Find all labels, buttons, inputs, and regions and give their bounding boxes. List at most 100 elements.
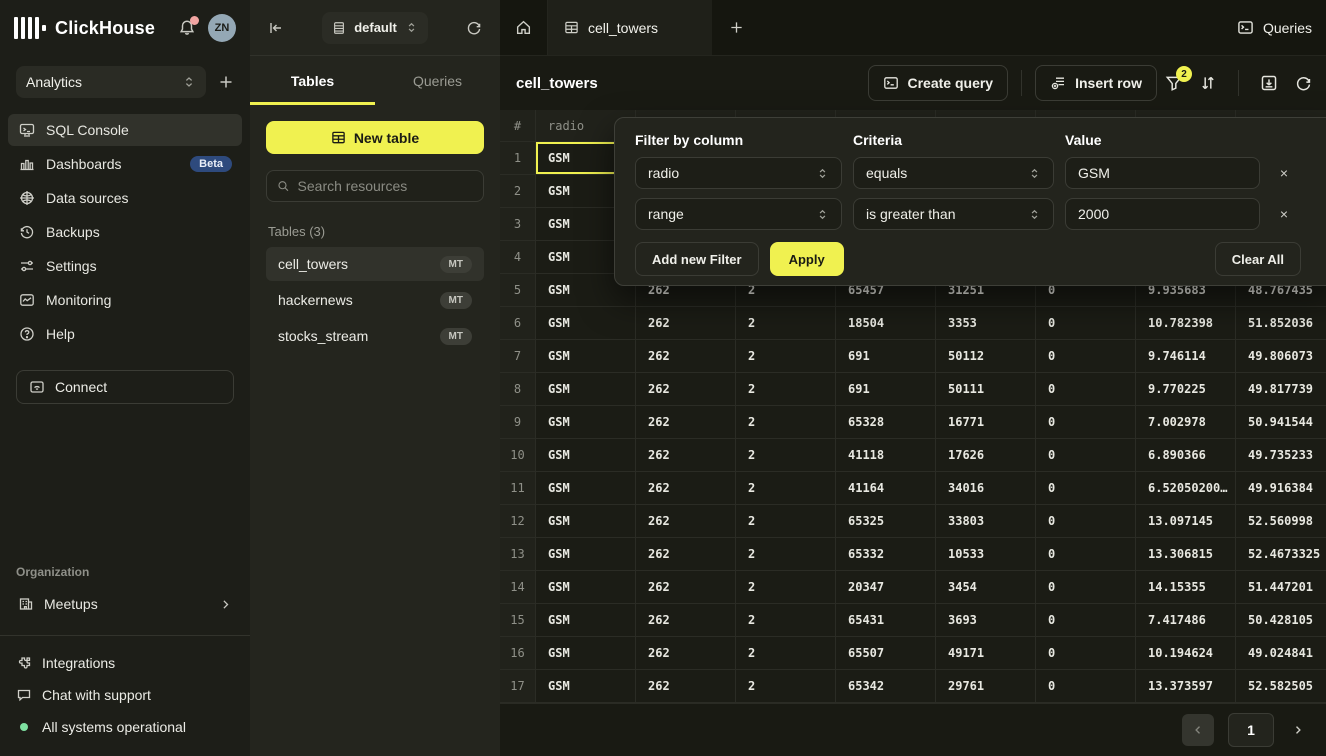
table-cell[interactable]: 2 [736, 472, 836, 504]
document-tab-cell-towers[interactable]: cell_towers [548, 0, 712, 55]
sidebar-item-help[interactable]: Help [8, 318, 242, 350]
table-cell[interactable]: 49171 [936, 637, 1036, 669]
table-cell[interactable]: GSM [536, 406, 636, 438]
table-cell[interactable]: 50111 [936, 373, 1036, 405]
table-cell[interactable]: 262 [636, 670, 736, 702]
table-cell[interactable]: 3353 [936, 307, 1036, 339]
table-cell[interactable]: 65342 [836, 670, 936, 702]
table-cell[interactable]: GSM [536, 340, 636, 372]
tab-queries[interactable]: Queries [375, 56, 500, 105]
table-cell[interactable]: 29761 [936, 670, 1036, 702]
table-cell[interactable]: 262 [636, 340, 736, 372]
table-cell[interactable]: 0 [1036, 571, 1136, 603]
table-cell[interactable]: 0 [1036, 538, 1136, 570]
table-cell[interactable]: GSM [536, 472, 636, 504]
table-cell[interactable]: 262 [636, 406, 736, 438]
table-cell[interactable]: 10.194624 [1136, 637, 1236, 669]
table-cell[interactable]: 9.746114 [1136, 340, 1236, 372]
filter-column-select[interactable]: radio [635, 157, 842, 189]
collapse-panel-button[interactable] [268, 20, 284, 36]
table-cell[interactable]: 50.941544 [1236, 406, 1326, 438]
table-cell[interactable]: GSM [536, 637, 636, 669]
table-cell[interactable]: 0 [1036, 505, 1136, 537]
connect-button[interactable]: Connect [16, 370, 234, 404]
table-cell[interactable]: 262 [636, 571, 736, 603]
table-cell[interactable]: 3693 [936, 604, 1036, 636]
table-cell[interactable]: 2 [736, 307, 836, 339]
new-tab-button[interactable] [712, 0, 760, 55]
table-cell[interactable]: 2 [736, 439, 836, 471]
table-cell[interactable]: 65431 [836, 604, 936, 636]
table-cell[interactable]: 0 [1036, 340, 1136, 372]
table-cell[interactable]: 13.097145 [1136, 505, 1236, 537]
table-cell[interactable]: 0 [1036, 439, 1136, 471]
sidebar-item-settings[interactable]: Settings [8, 250, 242, 282]
table-cell[interactable]: 9.770225 [1136, 373, 1236, 405]
table-cell[interactable]: 7.002978 [1136, 406, 1236, 438]
table-cell[interactable]: 0 [1036, 637, 1136, 669]
table-cell[interactable]: 2 [736, 604, 836, 636]
table-cell[interactable]: 65332 [836, 538, 936, 570]
sidebar-item-backups[interactable]: Backups [8, 216, 242, 248]
create-query-button[interactable]: Create query [868, 65, 1009, 101]
home-button[interactable] [500, 0, 548, 55]
table-cell[interactable]: 0 [1036, 373, 1136, 405]
table-cell[interactable]: 65328 [836, 406, 936, 438]
page-number[interactable]: 1 [1228, 713, 1274, 747]
workspace-select[interactable]: Analytics [16, 66, 206, 98]
sidebar-item-sql-console[interactable]: SQL Console [8, 114, 242, 146]
notifications-button[interactable] [178, 19, 196, 37]
table-cell[interactable]: 49.817739 [1236, 373, 1326, 405]
table-cell[interactable]: 49.024841 [1236, 637, 1326, 669]
table-cell[interactable]: 262 [636, 604, 736, 636]
table-cell[interactable]: 17626 [936, 439, 1036, 471]
add-new-filter-button[interactable]: Add new Filter [635, 242, 759, 276]
integrations-link[interactable]: Integrations [16, 648, 234, 678]
table-cell[interactable]: 2 [736, 373, 836, 405]
column-header[interactable]: # [500, 110, 536, 141]
previous-page-button[interactable] [1182, 714, 1214, 746]
table-cell[interactable]: 7.417486 [1136, 604, 1236, 636]
table-cell[interactable]: 52.560998 [1236, 505, 1326, 537]
refresh-tables-button[interactable] [466, 20, 482, 36]
table-cell[interactable]: 6.890366 [1136, 439, 1236, 471]
table-list-item-hackernews[interactable]: hackernews MT [266, 283, 484, 317]
database-select[interactable]: default [322, 12, 428, 44]
filter-column-select[interactable]: range [635, 198, 842, 230]
table-cell[interactable]: 0 [1036, 472, 1136, 504]
tab-tables[interactable]: Tables [250, 56, 375, 105]
table-cell[interactable]: 262 [636, 373, 736, 405]
table-cell[interactable]: GSM [536, 538, 636, 570]
table-cell[interactable]: 0 [1036, 604, 1136, 636]
sidebar-item-dashboards[interactable]: Dashboards Beta [8, 148, 242, 180]
table-cell[interactable]: 2 [736, 571, 836, 603]
sidebar-item-monitoring[interactable]: Monitoring [8, 284, 242, 316]
chat-with-support-link[interactable]: Chat with support [16, 680, 234, 710]
table-cell[interactable]: GSM [536, 307, 636, 339]
table-cell[interactable]: 65325 [836, 505, 936, 537]
table-cell[interactable]: 14.15355 [1136, 571, 1236, 603]
filter-button[interactable]: 2 [1157, 65, 1191, 101]
table-cell[interactable]: 65507 [836, 637, 936, 669]
table-cell[interactable]: GSM [536, 571, 636, 603]
table-cell[interactable]: 33803 [936, 505, 1036, 537]
table-cell[interactable]: 691 [836, 373, 936, 405]
system-status[interactable]: All systems operational [16, 712, 234, 742]
table-cell[interactable]: 0 [1036, 307, 1136, 339]
remove-filter-button[interactable]: × [1271, 201, 1297, 227]
table-cell[interactable]: 2 [736, 340, 836, 372]
table-cell[interactable]: 51.852036 [1236, 307, 1326, 339]
table-cell[interactable]: 6.52050200… [1136, 472, 1236, 504]
table-cell[interactable]: GSM [536, 373, 636, 405]
table-cell[interactable]: 2 [736, 538, 836, 570]
filter-value-input[interactable] [1065, 198, 1260, 230]
table-cell[interactable]: 49.806073 [1236, 340, 1326, 372]
table-cell[interactable]: 49.916384 [1236, 472, 1326, 504]
table-cell[interactable]: 34016 [936, 472, 1036, 504]
table-cell[interactable]: 50112 [936, 340, 1036, 372]
filter-criteria-select[interactable]: is greater than [853, 198, 1054, 230]
table-cell[interactable]: 3454 [936, 571, 1036, 603]
queries-button[interactable]: Queries [1213, 0, 1326, 55]
filter-value-input[interactable] [1065, 157, 1260, 189]
table-cell[interactable]: GSM [536, 670, 636, 702]
